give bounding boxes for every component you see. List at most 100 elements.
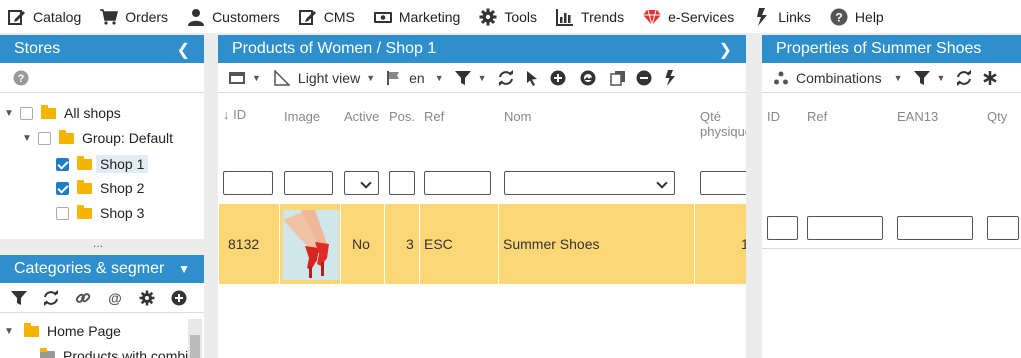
filter-input-pos[interactable]	[389, 171, 415, 195]
column-header-qty[interactable]: Qté physique	[700, 109, 746, 139]
tree-item-shop-1[interactable]: Shop 1	[56, 155, 149, 173]
collapse-right-icon[interactable]: ❯	[719, 40, 732, 60]
gear-icon	[479, 8, 497, 26]
tree-checkbox[interactable]	[56, 206, 69, 220]
panel-resize-handle[interactable]: ...	[93, 236, 103, 250]
filter-select-nom[interactable]	[504, 171, 675, 195]
menu-trends-label: Trends	[581, 8, 625, 25]
add-icon[interactable]	[168, 287, 190, 309]
menu-marketing[interactable]: Marketing	[373, 8, 460, 26]
menu-help[interactable]: ? Help	[830, 8, 884, 26]
filter-input-id[interactable]	[223, 171, 273, 195]
language-label[interactable]: en	[409, 70, 425, 86]
tree-item-group-default[interactable]: ▼ Group: Default	[22, 129, 173, 146]
link-icon[interactable]	[72, 287, 94, 309]
ruler-icon[interactable]	[271, 67, 293, 89]
refresh-icon[interactable]	[953, 67, 975, 89]
refresh-icon[interactable]	[40, 287, 62, 309]
chevron-down-icon[interactable]: ▼	[178, 262, 190, 276]
filter-input-ref[interactable]	[807, 216, 883, 240]
filter-select-active[interactable]	[344, 171, 379, 195]
filter-icon[interactable]	[911, 67, 933, 89]
help-icon[interactable]: ?	[10, 67, 32, 89]
filter-input-image[interactable]	[284, 171, 333, 195]
tree-item-products-with-combi[interactable]: Products with combi	[40, 347, 188, 358]
caret-down-icon[interactable]: ▼	[894, 73, 903, 83]
cart-icon	[100, 8, 119, 26]
menu-catalog[interactable]: Catalog	[8, 8, 81, 26]
tree-item-all-shops[interactable]: ▼ All shops	[4, 104, 121, 121]
column-header-pos[interactable]: Pos.	[389, 109, 415, 124]
gem-icon	[643, 8, 662, 26]
categories-panel-title: Categories & segmer	[14, 260, 165, 277]
caret-down-icon[interactable]: ▼	[366, 73, 375, 83]
tree-item-label: Shop 3	[100, 205, 145, 221]
bolt-icon[interactable]	[659, 67, 681, 89]
at-icon[interactable]: @	[104, 287, 126, 309]
menu-e-services[interactable]: e-Services	[643, 8, 734, 26]
column-header-id[interactable]: ID	[767, 109, 780, 124]
tree-item-home-page[interactable]: ▼ Home Page	[4, 322, 121, 339]
collapse-left-icon[interactable]: ❮	[177, 40, 190, 60]
add-icon[interactable]	[547, 67, 569, 89]
filter-input-qty[interactable]	[987, 216, 1019, 240]
filter-input-ean13[interactable]	[897, 216, 973, 240]
bar-chart-icon	[556, 8, 574, 26]
caret-down-icon[interactable]: ▼	[478, 73, 487, 83]
tree-checkbox[interactable]	[38, 131, 51, 145]
chevron-down-icon[interactable]: ▼	[22, 133, 34, 144]
column-header-id[interactable]: ↓ ID	[223, 107, 246, 122]
table-row[interactable]: 8132 No 3 ESC Summer Shoes 1	[219, 204, 746, 284]
menu-cms[interactable]: CMS	[298, 8, 355, 26]
tree-checkbox[interactable]	[20, 106, 33, 120]
tree-item-shop-2[interactable]: Shop 2	[56, 179, 144, 196]
caret-down-icon[interactable]: ▼	[937, 73, 946, 83]
column-header-qty[interactable]: Qty	[987, 109, 1007, 124]
folder-icon	[41, 104, 56, 119]
menu-orders[interactable]: Orders	[100, 8, 168, 26]
filter-icon[interactable]	[452, 67, 474, 89]
remove-icon[interactable]	[633, 67, 655, 89]
tree-item-shop-3[interactable]: Shop 3	[56, 204, 145, 221]
filter-icon[interactable]	[8, 287, 30, 309]
scrollbar-thumb[interactable]	[190, 335, 200, 358]
menu-trends[interactable]: Trends	[556, 8, 624, 26]
combinations-label[interactable]: Combinations	[796, 70, 882, 86]
caret-down-icon[interactable]: ▼	[435, 73, 444, 83]
flag-icon[interactable]	[383, 67, 405, 89]
filter-input-qty[interactable]	[700, 171, 746, 195]
menu-tools[interactable]: Tools	[479, 8, 537, 26]
chevron-down-icon[interactable]: ▼	[4, 108, 16, 119]
column-header-ean13[interactable]: EAN13	[897, 109, 938, 124]
filter-input-ref[interactable]	[424, 171, 491, 195]
column-header-image[interactable]: Image	[284, 109, 320, 124]
filter-input-id[interactable]	[767, 216, 798, 240]
gear-icon[interactable]	[136, 287, 158, 309]
column-header-ref[interactable]: Ref	[424, 109, 444, 124]
asterisk-icon[interactable]	[979, 67, 1001, 89]
column-header-active[interactable]: Active	[344, 109, 379, 124]
image-upload-icon[interactable]	[577, 67, 599, 89]
duplicate-icon[interactable]	[607, 67, 629, 89]
pointer-icon[interactable]	[521, 67, 543, 89]
menu-customers[interactable]: Customers	[187, 8, 280, 26]
edit-icon	[8, 8, 26, 26]
tree-item-label: All shops	[64, 105, 121, 121]
product-thumbnail[interactable]	[283, 210, 339, 280]
column-header-nom[interactable]: Nom	[504, 109, 531, 124]
vertical-scrollbar[interactable]	[188, 319, 202, 358]
cell-divider	[384, 204, 385, 284]
edit-icon	[298, 8, 317, 26]
chevron-down-icon[interactable]: ▼	[4, 326, 16, 337]
column-header-ref[interactable]: Ref	[807, 109, 827, 124]
cell-divider	[340, 204, 341, 284]
view-mode-label[interactable]: Light view	[298, 70, 360, 86]
refresh-icon[interactable]	[495, 67, 517, 89]
tree-checkbox[interactable]	[56, 181, 69, 195]
caret-down-icon[interactable]: ▼	[252, 73, 261, 83]
combinations-icon[interactable]	[770, 67, 792, 89]
menu-links[interactable]: Links	[753, 7, 811, 26]
grid-view-icon[interactable]	[226, 67, 248, 89]
tree-checkbox[interactable]	[56, 157, 69, 171]
properties-panel: Properties of Summer Shoes Combinations …	[762, 35, 1021, 358]
